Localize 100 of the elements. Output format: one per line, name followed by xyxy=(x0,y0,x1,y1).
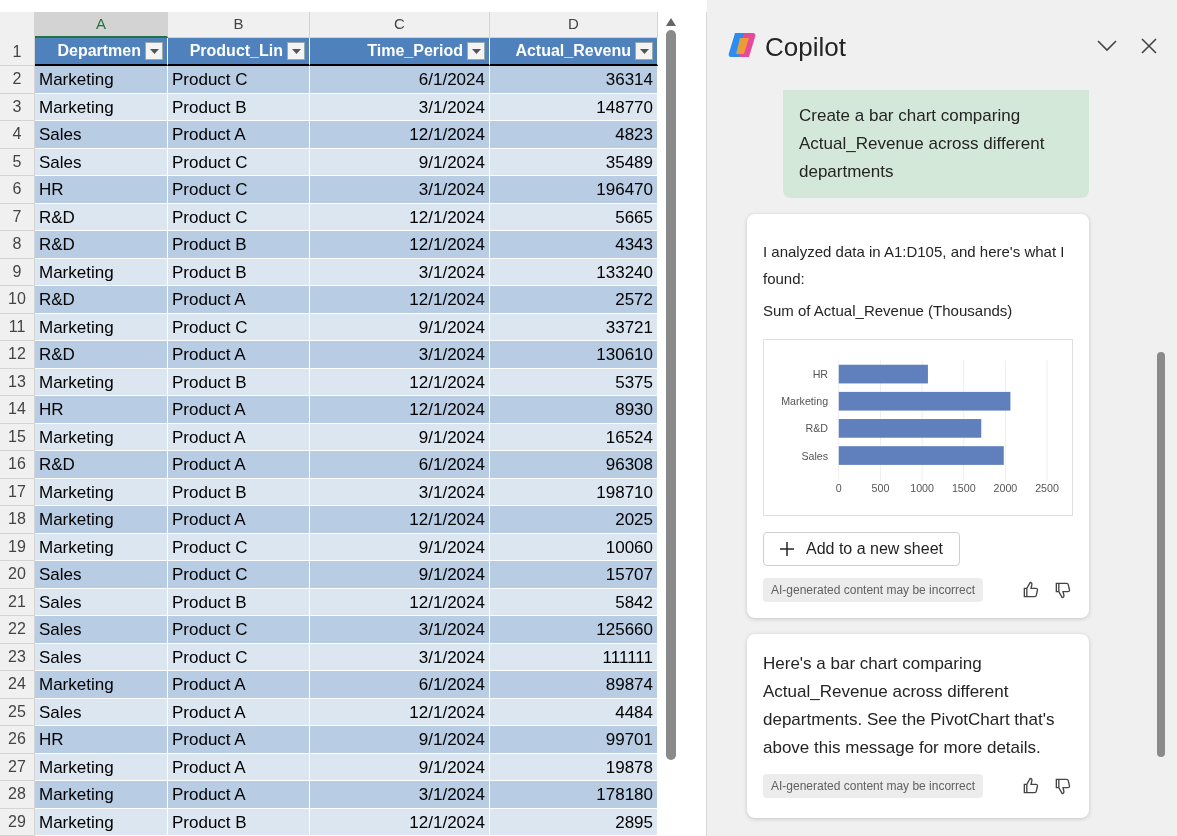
category-label: Marketing xyxy=(781,394,829,407)
table-cell: 12/1/2024 xyxy=(310,698,490,726)
category-label: Sales xyxy=(801,449,829,462)
row-number[interactable]: 25 xyxy=(0,698,35,726)
thumbs-up-icon[interactable] xyxy=(1021,775,1041,796)
row-number[interactable]: 19 xyxy=(0,533,35,561)
filter-dropdown-button[interactable] xyxy=(145,42,163,60)
table-cell: 10060 xyxy=(490,533,658,561)
row-number[interactable]: 6 xyxy=(0,176,35,204)
table-cell: 12/1/2024 xyxy=(310,396,490,424)
row-number[interactable]: 7 xyxy=(0,203,35,231)
scroll-up-arrow-icon[interactable] xyxy=(666,18,676,26)
row-number[interactable]: 5 xyxy=(0,148,35,176)
filter-dropdown-button[interactable] xyxy=(287,42,305,60)
table-cell: 99701 xyxy=(490,726,658,754)
table-cell: 5375 xyxy=(490,368,658,396)
row-number[interactable]: 8 xyxy=(0,231,35,259)
table-cell: 9/1/2024 xyxy=(310,726,490,754)
table-cell: 16524 xyxy=(490,423,658,451)
disclaimer-label: AI-generated content may be incorrect xyxy=(763,577,984,602)
row-number[interactable]: 14 xyxy=(0,396,35,424)
row-number[interactable]: 11 xyxy=(0,313,35,341)
table-cell: Product B xyxy=(168,368,310,396)
scrollbar-thumb[interactable] xyxy=(1157,352,1165,757)
table-cell: 6/1/2024 xyxy=(310,66,490,94)
table-cell: 3/1/2024 xyxy=(310,781,490,809)
table-cell: 2572 xyxy=(490,286,658,314)
axis-tick-label: 1500 xyxy=(951,481,976,494)
table-cell: Product B xyxy=(168,258,310,286)
table-cell: 8930 xyxy=(490,396,658,424)
table-cell: 6/1/2024 xyxy=(310,451,490,479)
row-number[interactable]: 1 xyxy=(0,38,35,66)
table-cell: Sales xyxy=(35,616,168,644)
row-number[interactable]: 29 xyxy=(0,808,35,836)
table-cell: Product A xyxy=(168,781,310,809)
axis-tick-label: 1000 xyxy=(910,481,934,494)
table-cell: 148770 xyxy=(490,93,658,121)
table-cell: Marketing xyxy=(35,808,168,836)
table-cell: HR xyxy=(35,176,168,204)
row-number[interactable]: 17 xyxy=(0,478,35,506)
add-to-sheet-button[interactable]: Add to a new sheet xyxy=(763,531,960,566)
table-cell: Marketing xyxy=(35,478,168,506)
table-cell: R&D xyxy=(35,341,168,369)
table-cell: 12/1/2024 xyxy=(310,808,490,836)
plus-icon xyxy=(780,541,794,556)
table-cell: Product A xyxy=(168,753,310,781)
caret-icon xyxy=(639,48,649,54)
row-number[interactable]: 23 xyxy=(0,643,35,671)
table-cell: Product C xyxy=(168,66,310,94)
row-number[interactable]: 12 xyxy=(0,341,35,369)
row-number[interactable]: 24 xyxy=(0,671,35,699)
table-cell: Product C xyxy=(168,643,310,671)
thumbs-up-icon[interactable] xyxy=(1021,579,1041,600)
table-cell: 33721 xyxy=(490,313,658,341)
row-number[interactable]: 15 xyxy=(0,423,35,451)
row-number[interactable]: 28 xyxy=(0,781,35,809)
table-cell: Sales xyxy=(35,148,168,176)
chart-subtitle: Sum of Actual_Revenue (Thousands) xyxy=(763,301,1014,321)
header-text: Actual_Revenu xyxy=(515,41,631,61)
row-number[interactable]: 16 xyxy=(0,451,35,479)
table-cell: Product C xyxy=(168,616,310,644)
table-cell: Product C xyxy=(168,203,310,231)
table-cell: Marketing xyxy=(35,93,168,121)
row-number[interactable]: 3 xyxy=(0,93,35,121)
table-cell: Product A xyxy=(168,726,310,754)
table-cell: Product A xyxy=(168,121,310,149)
table-cell: 9/1/2024 xyxy=(310,561,490,589)
table-cell: R&D xyxy=(35,451,168,479)
table-cell: 9/1/2024 xyxy=(310,753,490,781)
column-header[interactable]: A xyxy=(35,12,168,38)
row-number[interactable]: 21 xyxy=(0,588,35,616)
table-cell: Sales xyxy=(35,643,168,671)
axis-tick-label: 0 xyxy=(835,481,842,494)
category-label: R&D xyxy=(805,421,829,434)
table-cell: 6/1/2024 xyxy=(310,671,490,699)
table-cell: 9/1/2024 xyxy=(310,313,490,341)
filter-dropdown-button[interactable] xyxy=(467,42,485,60)
table-cell: Sales xyxy=(35,588,168,616)
row-number[interactable]: 4 xyxy=(0,121,35,149)
row-number[interactable]: 22 xyxy=(0,616,35,644)
row-number[interactable]: 10 xyxy=(0,286,35,314)
row-number[interactable]: 2 xyxy=(0,66,35,94)
axis-tick-label: 500 xyxy=(871,481,890,494)
chevron-down-icon[interactable] xyxy=(1097,40,1117,52)
row-number[interactable]: 27 xyxy=(0,753,35,781)
row-number[interactable]: 20 xyxy=(0,561,35,589)
table-cell: R&D xyxy=(35,231,168,259)
table-cell: 3/1/2024 xyxy=(310,341,490,369)
scrollbar-thumb[interactable] xyxy=(666,30,676,760)
table-cell: HR xyxy=(35,726,168,754)
row-number[interactable]: 9 xyxy=(0,258,35,286)
filter-dropdown-button[interactable] xyxy=(635,42,653,60)
row-number[interactable]: 18 xyxy=(0,506,35,534)
table-cell: 4484 xyxy=(490,698,658,726)
table-cell: Product C xyxy=(168,313,310,341)
table-cell: Sales xyxy=(35,121,168,149)
table-cell: 196470 xyxy=(490,176,658,204)
row-number[interactable]: 26 xyxy=(0,726,35,754)
row-number[interactable]: 13 xyxy=(0,368,35,396)
close-icon[interactable] xyxy=(1141,38,1157,54)
